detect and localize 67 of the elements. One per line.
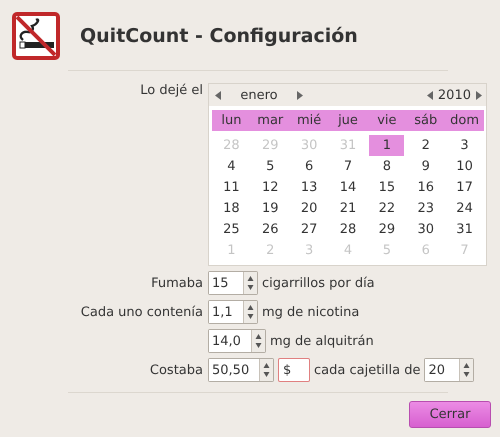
unit-label: mg de nicotina [262,304,360,320]
calendar-day[interactable]: 19 [252,198,288,219]
field-label: Lo dejé el [140,83,203,98]
calendar-day[interactable]: 15 [369,177,404,198]
calendar-day[interactable]: 3 [447,135,482,156]
calendar-day[interactable]: 9 [408,156,444,177]
year-label: 2010 [438,88,471,102]
calendar-day[interactable]: 7 [330,156,366,177]
calendar-day[interactable]: 12 [252,177,288,198]
spin-arrows-icon[interactable] [259,359,273,381]
previous-year-arrow-icon[interactable] [426,90,434,100]
spin-field[interactable]: 15 [208,271,258,295]
spin-arrows-icon[interactable] [459,359,474,381]
spin-arrows-icon[interactable] [243,272,257,294]
calendar-day[interactable]: 29 [369,219,404,240]
weekday-label: mié [296,113,322,128]
previous-month-arrow-icon[interactable] [215,90,222,100]
calendar-day[interactable]: 24 [447,198,482,219]
next-year-arrow-icon[interactable] [475,90,482,100]
calendar-day[interactable]: 18 [214,198,249,219]
calendar-day[interactable]: 4 [214,156,249,177]
calendar-day[interactable]: 11 [214,177,249,198]
calendar-day[interactable]: 14 [330,177,366,198]
calendar-day[interactable]: 5 [252,156,288,177]
calendar-day[interactable]: 17 [447,177,482,198]
calendar-day[interactable]: 26 [252,219,288,240]
calendar-day[interactable]: 10 [447,156,482,177]
spin-field[interactable]: 50,50 [208,358,274,382]
calendar-day[interactable]: 20 [292,198,327,219]
calendar-day[interactable]: 1 [369,135,404,156]
unit-label: cada cajetilla de [314,362,420,378]
spin-field[interactable]: 20 [424,358,474,382]
calendar-day[interactable]: 28 [330,219,366,240]
calendar-day[interactable]: 30 [408,219,444,240]
calendar-day[interactable]: 27 [292,219,327,240]
close-button[interactable]: Cerrar [409,401,491,428]
dialog-title: QuitCount - Configuración [80,25,358,47]
calendar[interactable]: enero 2010 lun mar mié jue vie sáb dom 28 29 30 31 1 2 3 4 5 6 7 8 9 10 11 12 13 14 15 16 17 18 19 20 21 22 23 24 25 26 27 28 29 30 31 1 2 3 4 5 6 7 [208,83,487,266]
unit-label: mg de alquitrán [270,334,374,348]
no-smoking-icon [12,12,60,60]
weekday-label: sáb [413,113,438,128]
weekday-label: mar [256,113,284,128]
calendar-day[interactable]: 16 [408,177,444,198]
field-label: Costaba [150,362,203,378]
currency-field[interactable]: $ [278,358,310,382]
calendar-day[interactable]: 6 [292,156,327,177]
calendar-day[interactable]: 25 [214,219,249,240]
calendar-day[interactable]: 8 [369,156,404,177]
calendar-day[interactable]: 23 [408,198,444,219]
weekday-label: dom [449,113,480,128]
spin-arrows-icon[interactable] [251,330,265,352]
spin-arrows-icon[interactable] [243,301,257,323]
calendar-day[interactable]: 13 [292,177,327,198]
field-label: Fumaba [151,276,203,290]
field-label: Cada uno contenía [80,304,203,320]
calendar-day[interactable]: 22 [369,198,404,219]
spin-field[interactable]: 1,1 [208,300,258,324]
calendar-day[interactable]: 2 [408,135,444,156]
month-label: enero [239,88,279,102]
next-month-arrow-icon[interactable] [296,90,303,100]
weekday-label: jue [336,113,359,128]
weekday-label: lun [220,113,242,128]
unit-label: cigarrillos por día [262,276,375,290]
calendar-day[interactable]: 21 [330,198,366,219]
weekday-label: vie [376,113,398,128]
calendar-day[interactable]: 31 [447,219,482,240]
spin-field[interactable]: 14,0 [208,329,266,353]
